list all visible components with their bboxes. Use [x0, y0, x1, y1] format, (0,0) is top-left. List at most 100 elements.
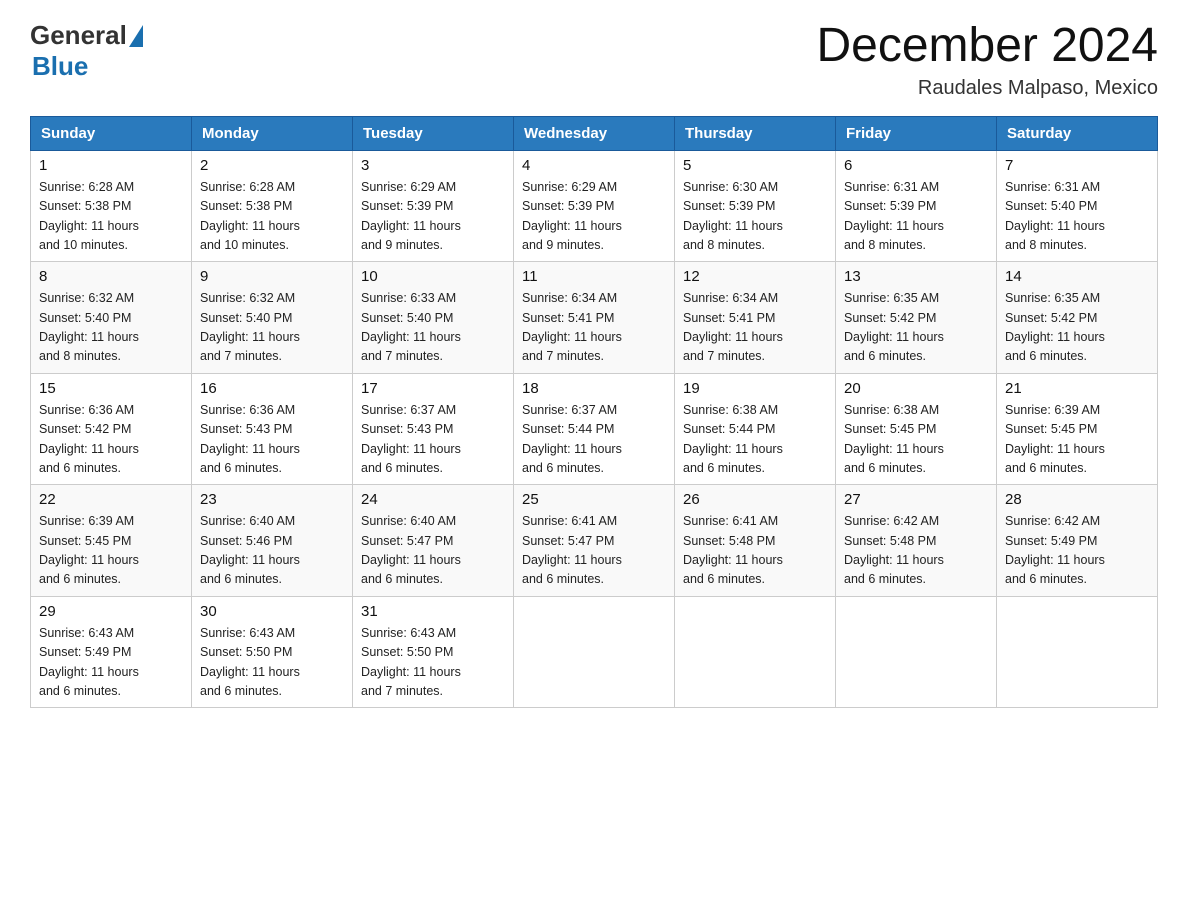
calendar-cell: 2 Sunrise: 6:28 AM Sunset: 5:38 PM Dayli…	[192, 150, 353, 262]
calendar-week-row: 15 Sunrise: 6:36 AM Sunset: 5:42 PM Dayl…	[31, 373, 1158, 485]
day-info: Sunrise: 6:29 AM Sunset: 5:39 PM Dayligh…	[522, 178, 666, 256]
day-number: 20	[844, 380, 988, 397]
day-number: 30	[200, 603, 344, 620]
calendar-cell: 30 Sunrise: 6:43 AM Sunset: 5:50 PM Dayl…	[192, 596, 353, 708]
calendar-body: 1 Sunrise: 6:28 AM Sunset: 5:38 PM Dayli…	[31, 150, 1158, 708]
day-number: 5	[683, 157, 827, 174]
day-number: 9	[200, 268, 344, 285]
calendar-cell	[997, 596, 1158, 708]
day-info: Sunrise: 6:43 AM Sunset: 5:50 PM Dayligh…	[200, 624, 344, 702]
calendar-week-row: 1 Sunrise: 6:28 AM Sunset: 5:38 PM Dayli…	[31, 150, 1158, 262]
calendar-cell: 21 Sunrise: 6:39 AM Sunset: 5:45 PM Dayl…	[997, 373, 1158, 485]
day-number: 23	[200, 491, 344, 508]
calendar-cell: 20 Sunrise: 6:38 AM Sunset: 5:45 PM Dayl…	[836, 373, 997, 485]
day-info: Sunrise: 6:37 AM Sunset: 5:44 PM Dayligh…	[522, 401, 666, 479]
calendar-cell: 19 Sunrise: 6:38 AM Sunset: 5:44 PM Dayl…	[675, 373, 836, 485]
day-info: Sunrise: 6:42 AM Sunset: 5:48 PM Dayligh…	[844, 512, 988, 590]
day-number: 18	[522, 380, 666, 397]
calendar-cell: 29 Sunrise: 6:43 AM Sunset: 5:49 PM Dayl…	[31, 596, 192, 708]
calendar-cell	[836, 596, 997, 708]
column-header-tuesday: Tuesday	[353, 116, 514, 150]
calendar-cell: 12 Sunrise: 6:34 AM Sunset: 5:41 PM Dayl…	[675, 262, 836, 374]
day-info: Sunrise: 6:32 AM Sunset: 5:40 PM Dayligh…	[200, 289, 344, 367]
calendar-table: SundayMondayTuesdayWednesdayThursdayFrid…	[30, 116, 1158, 709]
header: General Blue December 2024 Raudales Malp…	[30, 20, 1158, 100]
day-info: Sunrise: 6:34 AM Sunset: 5:41 PM Dayligh…	[522, 289, 666, 367]
column-header-monday: Monday	[192, 116, 353, 150]
column-header-friday: Friday	[836, 116, 997, 150]
day-number: 8	[39, 268, 183, 285]
day-number: 21	[1005, 380, 1149, 397]
calendar-cell: 24 Sunrise: 6:40 AM Sunset: 5:47 PM Dayl…	[353, 485, 514, 597]
day-info: Sunrise: 6:41 AM Sunset: 5:47 PM Dayligh…	[522, 512, 666, 590]
calendar-week-row: 22 Sunrise: 6:39 AM Sunset: 5:45 PM Dayl…	[31, 485, 1158, 597]
calendar-week-row: 8 Sunrise: 6:32 AM Sunset: 5:40 PM Dayli…	[31, 262, 1158, 374]
calendar-cell	[514, 596, 675, 708]
calendar-cell: 14 Sunrise: 6:35 AM Sunset: 5:42 PM Dayl…	[997, 262, 1158, 374]
day-number: 6	[844, 157, 988, 174]
day-info: Sunrise: 6:36 AM Sunset: 5:42 PM Dayligh…	[39, 401, 183, 479]
logo-triangle-icon	[129, 25, 143, 47]
day-number: 10	[361, 268, 505, 285]
calendar-cell: 27 Sunrise: 6:42 AM Sunset: 5:48 PM Dayl…	[836, 485, 997, 597]
day-number: 13	[844, 268, 988, 285]
calendar-cell: 1 Sunrise: 6:28 AM Sunset: 5:38 PM Dayli…	[31, 150, 192, 262]
day-info: Sunrise: 6:37 AM Sunset: 5:43 PM Dayligh…	[361, 401, 505, 479]
day-number: 24	[361, 491, 505, 508]
day-number: 2	[200, 157, 344, 174]
day-number: 4	[522, 157, 666, 174]
day-number: 3	[361, 157, 505, 174]
calendar-cell: 7 Sunrise: 6:31 AM Sunset: 5:40 PM Dayli…	[997, 150, 1158, 262]
column-header-sunday: Sunday	[31, 116, 192, 150]
column-header-thursday: Thursday	[675, 116, 836, 150]
day-number: 31	[361, 603, 505, 620]
day-number: 27	[844, 491, 988, 508]
title-area: December 2024 Raudales Malpaso, Mexico	[816, 20, 1158, 100]
calendar-cell: 13 Sunrise: 6:35 AM Sunset: 5:42 PM Dayl…	[836, 262, 997, 374]
day-info: Sunrise: 6:36 AM Sunset: 5:43 PM Dayligh…	[200, 401, 344, 479]
day-info: Sunrise: 6:30 AM Sunset: 5:39 PM Dayligh…	[683, 178, 827, 256]
calendar-cell: 17 Sunrise: 6:37 AM Sunset: 5:43 PM Dayl…	[353, 373, 514, 485]
calendar-week-row: 29 Sunrise: 6:43 AM Sunset: 5:49 PM Dayl…	[31, 596, 1158, 708]
day-info: Sunrise: 6:28 AM Sunset: 5:38 PM Dayligh…	[39, 178, 183, 256]
day-number: 26	[683, 491, 827, 508]
day-info: Sunrise: 6:28 AM Sunset: 5:38 PM Dayligh…	[200, 178, 344, 256]
calendar-cell: 25 Sunrise: 6:41 AM Sunset: 5:47 PM Dayl…	[514, 485, 675, 597]
calendar-cell: 5 Sunrise: 6:30 AM Sunset: 5:39 PM Dayli…	[675, 150, 836, 262]
day-info: Sunrise: 6:38 AM Sunset: 5:45 PM Dayligh…	[844, 401, 988, 479]
day-number: 19	[683, 380, 827, 397]
calendar-cell: 28 Sunrise: 6:42 AM Sunset: 5:49 PM Dayl…	[997, 485, 1158, 597]
day-info: Sunrise: 6:43 AM Sunset: 5:50 PM Dayligh…	[361, 624, 505, 702]
day-info: Sunrise: 6:35 AM Sunset: 5:42 PM Dayligh…	[844, 289, 988, 367]
day-number: 12	[683, 268, 827, 285]
day-number: 29	[39, 603, 183, 620]
logo-blue-text: Blue	[32, 51, 88, 82]
day-info: Sunrise: 6:33 AM Sunset: 5:40 PM Dayligh…	[361, 289, 505, 367]
calendar-cell: 9 Sunrise: 6:32 AM Sunset: 5:40 PM Dayli…	[192, 262, 353, 374]
calendar-cell: 22 Sunrise: 6:39 AM Sunset: 5:45 PM Dayl…	[31, 485, 192, 597]
day-number: 7	[1005, 157, 1149, 174]
day-number: 22	[39, 491, 183, 508]
day-info: Sunrise: 6:31 AM Sunset: 5:39 PM Dayligh…	[844, 178, 988, 256]
day-info: Sunrise: 6:40 AM Sunset: 5:47 PM Dayligh…	[361, 512, 505, 590]
calendar-cell: 15 Sunrise: 6:36 AM Sunset: 5:42 PM Dayl…	[31, 373, 192, 485]
day-number: 14	[1005, 268, 1149, 285]
calendar-cell: 26 Sunrise: 6:41 AM Sunset: 5:48 PM Dayl…	[675, 485, 836, 597]
day-info: Sunrise: 6:34 AM Sunset: 5:41 PM Dayligh…	[683, 289, 827, 367]
day-number: 1	[39, 157, 183, 174]
day-info: Sunrise: 6:39 AM Sunset: 5:45 PM Dayligh…	[1005, 401, 1149, 479]
calendar-cell: 11 Sunrise: 6:34 AM Sunset: 5:41 PM Dayl…	[514, 262, 675, 374]
month-title: December 2024	[816, 20, 1158, 73]
day-number: 28	[1005, 491, 1149, 508]
calendar-cell: 8 Sunrise: 6:32 AM Sunset: 5:40 PM Dayli…	[31, 262, 192, 374]
day-info: Sunrise: 6:42 AM Sunset: 5:49 PM Dayligh…	[1005, 512, 1149, 590]
day-number: 25	[522, 491, 666, 508]
day-info: Sunrise: 6:43 AM Sunset: 5:49 PM Dayligh…	[39, 624, 183, 702]
calendar-cell: 18 Sunrise: 6:37 AM Sunset: 5:44 PM Dayl…	[514, 373, 675, 485]
logo-general-text: General	[30, 20, 127, 51]
day-info: Sunrise: 6:40 AM Sunset: 5:46 PM Dayligh…	[200, 512, 344, 590]
day-info: Sunrise: 6:32 AM Sunset: 5:40 PM Dayligh…	[39, 289, 183, 367]
calendar-cell: 6 Sunrise: 6:31 AM Sunset: 5:39 PM Dayli…	[836, 150, 997, 262]
day-number: 16	[200, 380, 344, 397]
calendar-cell: 4 Sunrise: 6:29 AM Sunset: 5:39 PM Dayli…	[514, 150, 675, 262]
